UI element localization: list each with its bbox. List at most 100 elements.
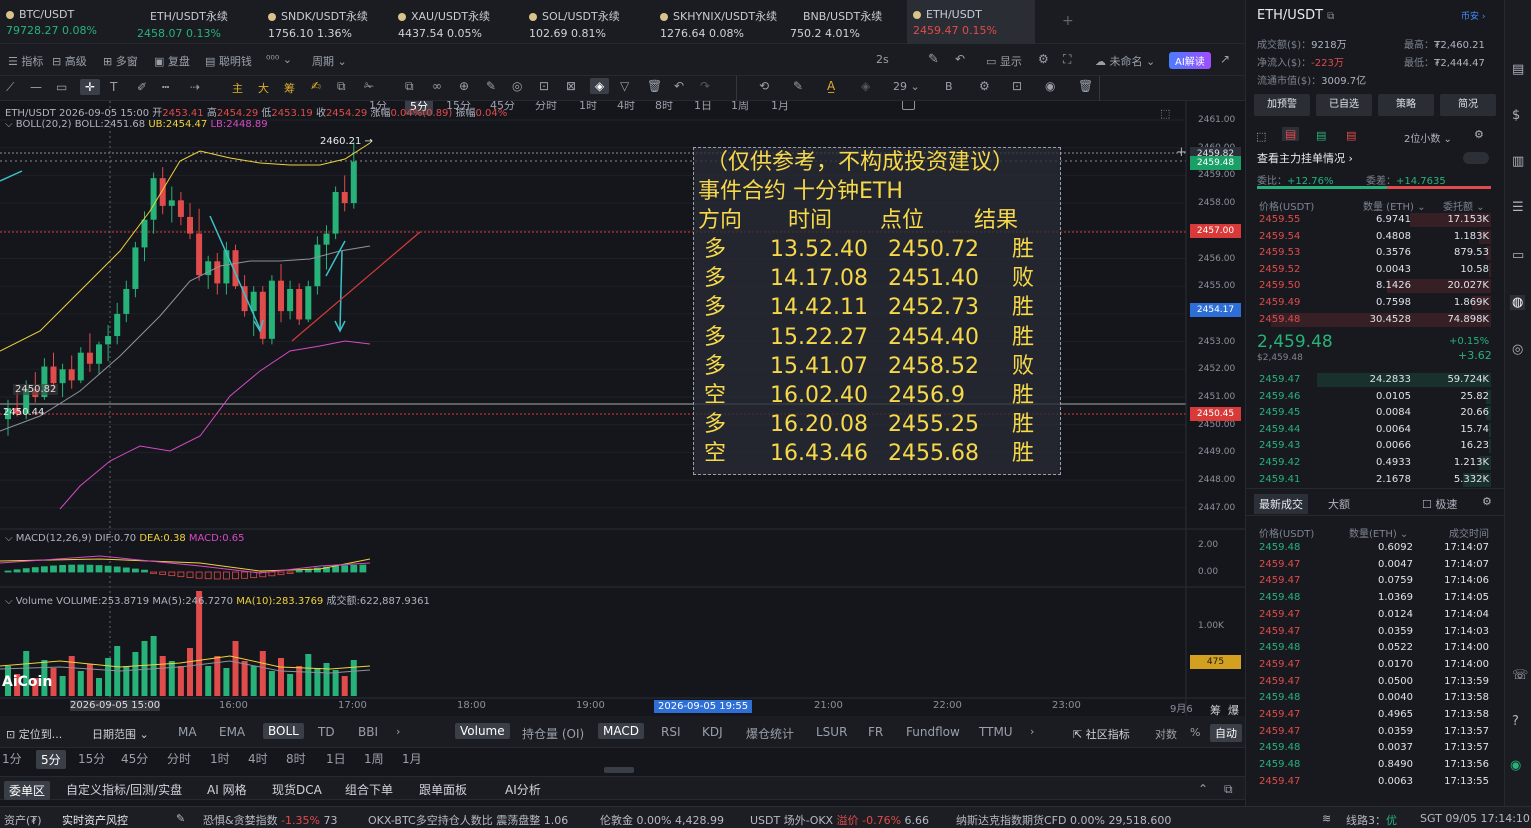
risk-control[interactable]: 实时资产风控 <box>62 812 128 828</box>
tab-5[interactable]: SKHYNIX/USDT永续 1276.64 0.08% <box>654 0 782 44</box>
kline-chart[interactable]: ETH/USDT 2026-09-05 15:00 开2453.41 高2454… <box>0 101 1245 716</box>
sub-indicator-9[interactable]: TTMU <box>979 725 1013 739</box>
big-order-button[interactable]: 大 <box>258 80 269 96</box>
filter-icon[interactable]: ▽ <box>620 79 629 93</box>
layout-name-dropdown[interactable]: ☁ 未命名 ⌄ <box>1095 53 1155 69</box>
macd-info[interactable]: ⌵ MACD(12,26,9) DIF:0.70 DEA:0.38 MACD:0… <box>5 533 245 544</box>
settings-icon[interactable]: ⚙ <box>1038 52 1049 66</box>
signal-icon[interactable]: ✍ <box>311 79 321 93</box>
eye-off-icon[interactable]: ◎ <box>512 79 522 93</box>
latest-trades-tab[interactable]: 最新成交 <box>1254 494 1308 514</box>
side-book-icon[interactable]: ▤ <box>1512 62 1524 77</box>
refresh-rate[interactable]: 2s <box>876 53 889 66</box>
side-support-icon[interactable]: ☏ <box>1512 668 1528 683</box>
bold-button[interactable]: B <box>945 80 953 93</box>
sub-indicator-5[interactable]: 爆仓统计 <box>746 725 794 742</box>
panel-button-3[interactable]: 简况 <box>1440 94 1496 116</box>
sub-indicator-3[interactable]: RSI <box>661 725 681 739</box>
liquidation-toggle[interactable]: 爆 <box>1228 702 1239 718</box>
brush-icon[interactable]: ✐ <box>137 80 147 94</box>
bottom-interval-8[interactable]: 1日 <box>326 750 346 767</box>
bottom-interval-7[interactable]: 8时 <box>286 750 306 767</box>
more-sub-icon[interactable]: › <box>1030 725 1034 738</box>
period-dropdown[interactable]: 周期 ⌄ <box>312 53 347 69</box>
collapse-icon[interactable]: ⌃ <box>1198 782 1208 796</box>
tab-2[interactable]: SNDK/USDT永续 1756.10 1.36% <box>262 0 390 44</box>
bottom-panel-tab-6[interactable]: AI分析 <box>505 781 541 798</box>
tab-0[interactable]: BTC/USDT 79728.27 0.08% <box>0 0 128 44</box>
main-indicator-ma[interactable]: MA <box>178 725 197 739</box>
sub-indicator-8[interactable]: Fundflow <box>906 725 960 739</box>
chart-expand-icon[interactable]: ⬚ <box>1160 107 1170 120</box>
bottom-interval-9[interactable]: 1周 <box>364 750 384 767</box>
main-force-button[interactable]: 主 <box>232 80 243 96</box>
hide-icon[interactable]: ⊠ <box>566 79 576 93</box>
bottom-panel-tab-0[interactable]: 委单区 <box>4 781 51 800</box>
share-icon[interactable]: ↗ <box>1220 52 1230 66</box>
more-icon[interactable]: ⁰⁰⁰ ⌄ <box>266 53 292 66</box>
bottom-interval-6[interactable]: 4时 <box>248 750 268 767</box>
ruler-icon[interactable]: ┅ <box>162 80 169 94</box>
exchange-link[interactable]: 币安 › <box>1461 9 1485 22</box>
ask-row[interactable]: 2459.55 6.9741 17.153K <box>1259 212 1491 228</box>
panel-button-0[interactable]: 加预警 <box>1254 94 1310 116</box>
bottom-panel-tab-1[interactable]: 自定义指标/回测/实盘 <box>66 781 182 798</box>
sub-indicator-7[interactable]: FR <box>868 725 883 739</box>
sub-indicator-0[interactable]: Volume <box>455 723 510 739</box>
redo-icon[interactable]: ↷ <box>700 79 710 93</box>
main-order-toggle[interactable] <box>1463 152 1489 164</box>
main-indicator-bbi[interactable]: BBI <box>358 725 378 739</box>
date-range-button[interactable]: 日期范围 ⌄ <box>92 726 149 742</box>
lock-icon[interactable]: ⊡ <box>539 79 549 93</box>
ask-row[interactable]: 2459.53 0.3576 879.53 <box>1259 245 1491 261</box>
bottom-interval-3[interactable]: 45分 <box>121 750 148 767</box>
edit-icon-status[interactable]: ✎ <box>176 812 185 825</box>
popout-icon[interactable]: ⧉ <box>1224 782 1233 797</box>
delete-icon[interactable]: 🗑 <box>1078 79 1093 93</box>
bottom-interval-2[interactable]: 15分 <box>78 750 105 767</box>
sub-indicator-6[interactable]: LSUR <box>816 725 847 739</box>
add-alert-icon[interactable]: + <box>1176 145 1187 160</box>
view-icon-2[interactable]: ▤ <box>1282 127 1300 141</box>
trades-settings-icon[interactable]: ⚙ <box>1482 495 1492 508</box>
ask-row[interactable]: 2459.50 8.1426 20.027K <box>1259 278 1491 294</box>
main-indicator-ema[interactable]: EMA <box>219 725 245 739</box>
bottom-interval-5[interactable]: 1时 <box>210 750 230 767</box>
bottom-interval-10[interactable]: 1月 <box>402 750 422 767</box>
tab-3[interactable]: XAU/USDT永续 4437.54 0.05% <box>392 0 520 44</box>
panel-handle[interactable] <box>604 767 634 773</box>
percent-scale-button[interactable]: % <box>1190 726 1200 739</box>
big-trades-tab[interactable]: 大额 <box>1328 496 1350 512</box>
bottom-interval-0[interactable]: 1分 <box>2 750 22 767</box>
trash-icon[interactable]: 🗑 <box>647 79 662 93</box>
smart-money-button[interactable]: ▤ 聪明钱 <box>205 53 252 69</box>
side-card-icon[interactable]: ▭ <box>1512 248 1524 263</box>
bottom-interval-1[interactable]: 5分 <box>36 750 66 769</box>
tab-6[interactable]: BNB/USDT永续 750.2 4.01% <box>784 0 912 44</box>
zoom-icon[interactable]: ⊕ <box>459 79 469 93</box>
text-tool-icon[interactable]: T <box>110 80 117 94</box>
edit-icon[interactable]: ✎ <box>793 79 803 93</box>
layers-icon[interactable]: ⧉ <box>405 79 414 94</box>
copy-icon[interactable]: ⧉ <box>337 79 346 94</box>
more-indicators-icon[interactable]: › <box>396 725 400 738</box>
measure-icon[interactable]: ⇢ <box>190 80 200 94</box>
ask-row[interactable]: 2459.48 30.4528 74.898K <box>1259 312 1491 328</box>
add-tab-icon[interactable]: + <box>1062 13 1074 29</box>
rotate-icon[interactable]: ⟲ <box>759 79 769 93</box>
paint-icon[interactable]: ✎ <box>486 79 496 93</box>
bottom-panel-tab-2[interactable]: AI 网格 <box>207 781 247 798</box>
font-size-select[interactable]: 29 ⌄ <box>893 80 920 93</box>
ask-row[interactable]: 2459.52 0.0043 10.58 <box>1259 262 1491 278</box>
style-icon[interactable]: ⚙ <box>979 79 990 93</box>
bottom-interval-4[interactable]: 分时 <box>167 750 191 767</box>
bid-row[interactable]: 2459.42 0.4933 1.213K <box>1259 455 1491 471</box>
tab-4[interactable]: SOL/USDT永续 102.69 0.81% <box>523 0 651 44</box>
auto-scale-button[interactable]: 自动 <box>1210 724 1242 742</box>
main-indicator-td[interactable]: TD <box>318 725 335 739</box>
crosshair-icon[interactable]: ✛ <box>80 79 101 95</box>
link-icon[interactable]: ∞ <box>432 79 442 93</box>
bid-row[interactable]: 2459.45 0.0084 20.66 <box>1259 405 1491 421</box>
side-dollar-icon[interactable]: $ <box>1512 108 1520 123</box>
main-order-link[interactable]: 查看主力挂单情况 › <box>1257 150 1353 166</box>
